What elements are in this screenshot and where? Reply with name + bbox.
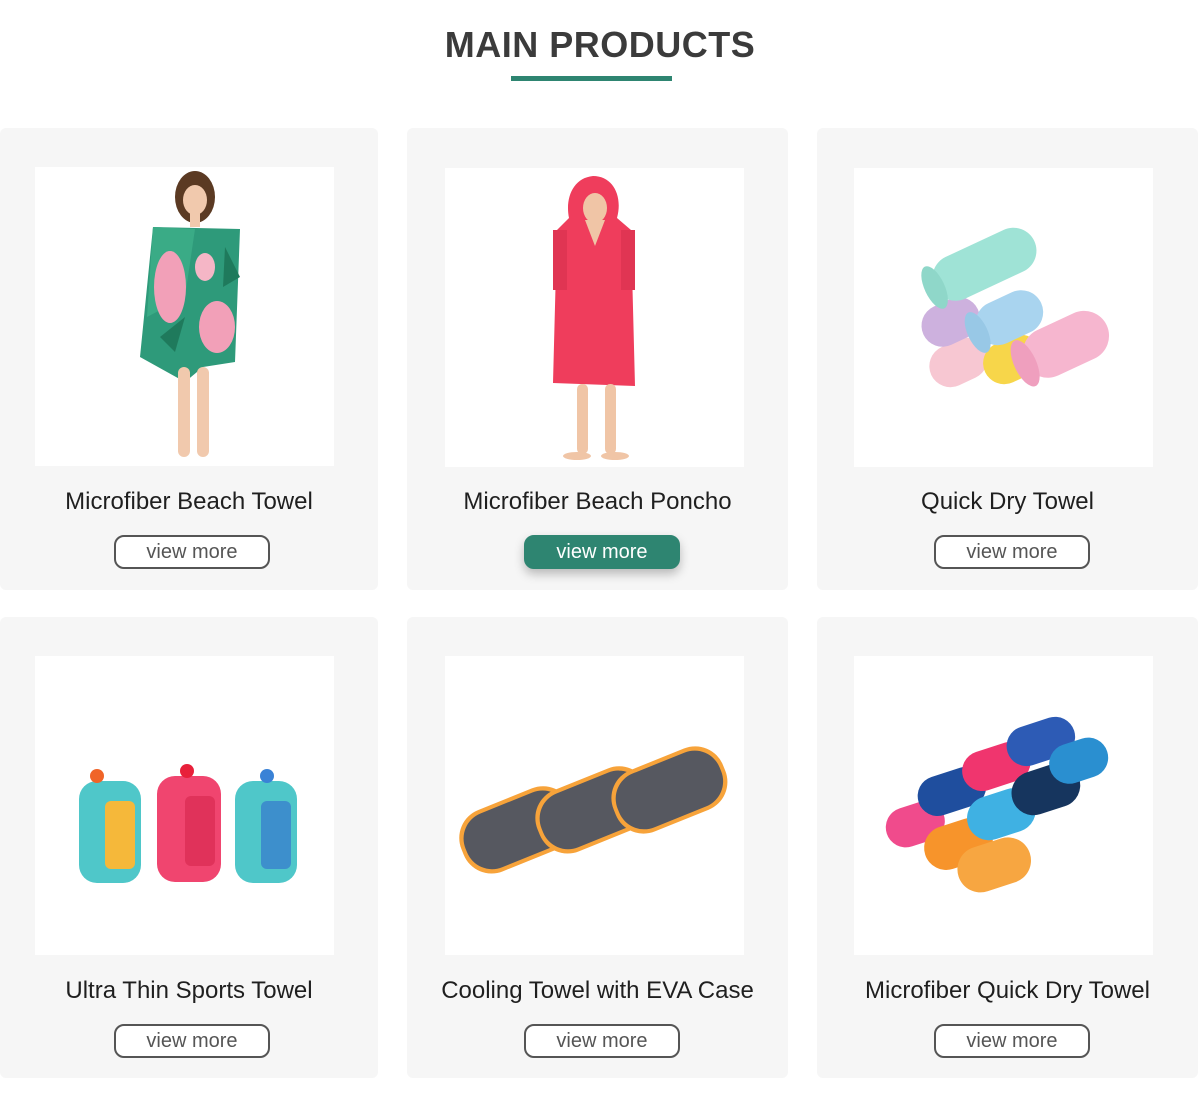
view-more-button[interactable]: view more	[524, 535, 680, 569]
product-name: Ultra Thin Sports Towel	[65, 977, 313, 1004]
product-card[interactable]: Microfiber Quick Dry Towel view more	[817, 617, 1198, 1078]
product-image[interactable]	[445, 656, 744, 955]
product-card[interactable]: Microfiber Beach Poncho view more	[407, 128, 788, 590]
product-name: Microfiber Beach Poncho	[463, 488, 732, 515]
product-image[interactable]	[854, 656, 1153, 955]
product-name: Cooling Towel with EVA Case	[441, 977, 754, 1004]
product-card[interactable]: Microfiber Beach Towel view more	[0, 128, 378, 590]
view-more-button[interactable]: view more	[934, 1024, 1090, 1058]
product-image[interactable]	[445, 168, 744, 467]
product-image[interactable]	[35, 167, 334, 466]
product-name: Microfiber Quick Dry Towel	[865, 977, 1150, 1004]
view-more-button[interactable]: view more	[114, 1024, 270, 1058]
title-underline	[511, 76, 672, 81]
view-more-button[interactable]: view more	[114, 535, 270, 569]
product-image[interactable]	[35, 656, 334, 955]
section-title: MAIN PRODUCTS	[444, 24, 756, 65]
view-more-button[interactable]: view more	[934, 535, 1090, 569]
product-card[interactable]: Quick Dry Towel view more	[817, 128, 1198, 590]
product-image[interactable]	[854, 168, 1153, 467]
view-more-button[interactable]: view more	[524, 1024, 680, 1058]
product-name: Microfiber Beach Towel	[65, 488, 313, 515]
product-card[interactable]: Ultra Thin Sports Towel view more	[0, 617, 378, 1078]
product-name: Quick Dry Towel	[921, 488, 1094, 515]
product-card[interactable]: Cooling Towel with EVA Case view more	[407, 617, 788, 1078]
